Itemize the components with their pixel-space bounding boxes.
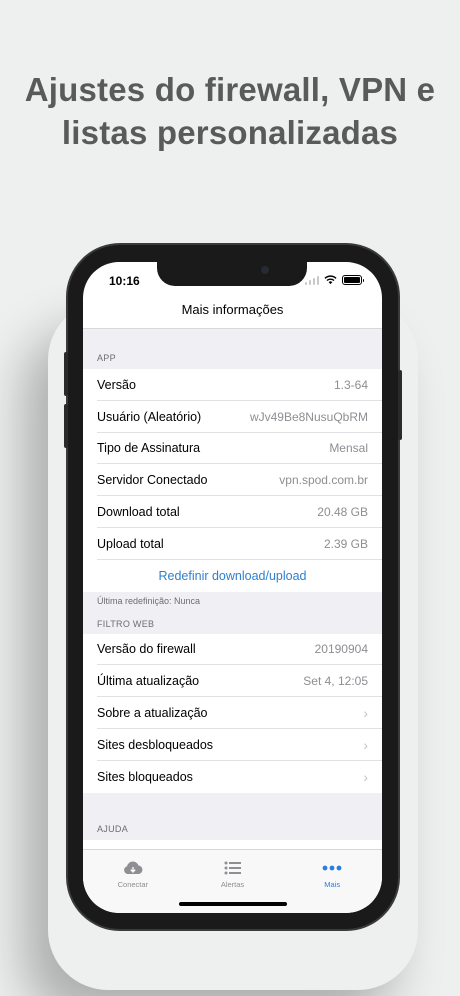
row-about-update[interactable]: Sobre a atualização ›: [83, 697, 382, 729]
row-version: Versão 1.3-64: [83, 369, 382, 401]
cloud-icon: [123, 861, 143, 874]
section-header-app: APP: [97, 353, 116, 363]
chevron-right-icon: ›: [363, 705, 368, 722]
phone-volume-up: [64, 352, 68, 396]
row-blocked-sites[interactable]: Sites bloqueados ›: [83, 761, 382, 793]
wifi-icon: [324, 275, 337, 285]
tab-label: Mais: [324, 880, 341, 889]
row-subscription: Tipo de Assinatura Mensal: [83, 433, 382, 465]
row-label: Sites desbloqueados: [97, 737, 214, 752]
row-label: Servidor Conectado: [97, 473, 208, 488]
row-value: vpn.spod.com.br: [279, 473, 368, 488]
more-dots-icon: [322, 865, 342, 871]
list-icon: [224, 861, 241, 875]
row-value: 20190904: [314, 642, 368, 657]
row-value: 1.3-64: [333, 377, 368, 392]
section-header-help: AJUDA: [97, 823, 129, 834]
signal-icon: [304, 275, 319, 285]
tab-label: Conectar: [117, 880, 149, 889]
row-server: Servidor Conectado vpn.spod.com.br: [83, 464, 382, 496]
home-indicator[interactable]: [179, 902, 287, 906]
row-label: Sobre a atualização: [97, 706, 208, 721]
notch: [157, 262, 307, 286]
tab-label: Alertas: [220, 880, 245, 889]
last-reset-note: Última redefinição: Nunca: [97, 595, 201, 606]
app-rows: Versão 1.3-64 Usuário (Aleatório) wJv49B…: [83, 369, 382, 592]
promo-headline-line1: Ajustes do firewall, VPN e: [24, 71, 436, 108]
row-label: Versão do firewall: [97, 642, 196, 657]
row-upload-total: Upload total 2.39 GB: [83, 528, 382, 560]
row-unblocked-sites[interactable]: Sites desbloqueados ›: [83, 729, 382, 761]
page-title: Mais informações: [181, 302, 284, 317]
reset-usage-button[interactable]: Redefinir download/upload: [83, 560, 382, 592]
row-value: 20.48 GB: [317, 505, 368, 520]
promo-headline: Ajustes do firewall, VPN e listas person…: [0, 68, 460, 154]
row-value: wJv49Be8NusuQbRM: [249, 409, 368, 424]
status-time: 10:16: [109, 274, 140, 288]
row-label: Tipo de Assinatura: [97, 441, 201, 456]
row-last-update: Última atualização Set 4, 12:05: [83, 665, 382, 697]
row-value: Mensal: [329, 441, 368, 456]
tab-connect[interactable]: Conectar: [83, 850, 183, 913]
row-label: Usuário (Aleatório): [97, 409, 202, 424]
status-icons: [304, 275, 364, 285]
web-filter-rows: Versão do firewall 20190904 Última atual…: [83, 633, 382, 793]
row-label: Download total: [97, 505, 180, 520]
row-label: Última atualização: [97, 674, 200, 689]
tab-more[interactable]: Mais: [282, 850, 382, 913]
row-label: Sites bloqueados: [97, 769, 193, 784]
row-label: Upload total: [97, 536, 164, 551]
row-value: Set 4, 12:05: [303, 674, 368, 689]
front-camera-icon: [261, 266, 269, 274]
battery-icon: [342, 275, 364, 285]
help-rows: [83, 839, 382, 849]
chevron-right-icon: ›: [363, 736, 368, 753]
settings-list[interactable]: APP Versão 1.3-64 Usuário (Aleatório) wJ…: [83, 329, 382, 849]
row-download-total: Download total 20.48 GB: [83, 496, 382, 528]
row-user: Usuário (Aleatório) wJv49Be8NusuQbRM: [83, 401, 382, 433]
row-label: Versão: [97, 377, 136, 392]
phone-side-button: [398, 370, 402, 440]
promo-headline-line2: listas personalizadas: [61, 114, 399, 151]
phone-volume-down: [64, 404, 68, 448]
chevron-right-icon: ›: [363, 768, 368, 785]
row-firewall-version: Versão do firewall 20190904: [83, 634, 382, 666]
section-header-web-filter: FILTRO WEB: [97, 618, 155, 629]
phone-screen: 10:16 Mais informações APP Versão 1.3-64…: [83, 262, 382, 913]
row-value: 2.39 GB: [323, 536, 368, 551]
